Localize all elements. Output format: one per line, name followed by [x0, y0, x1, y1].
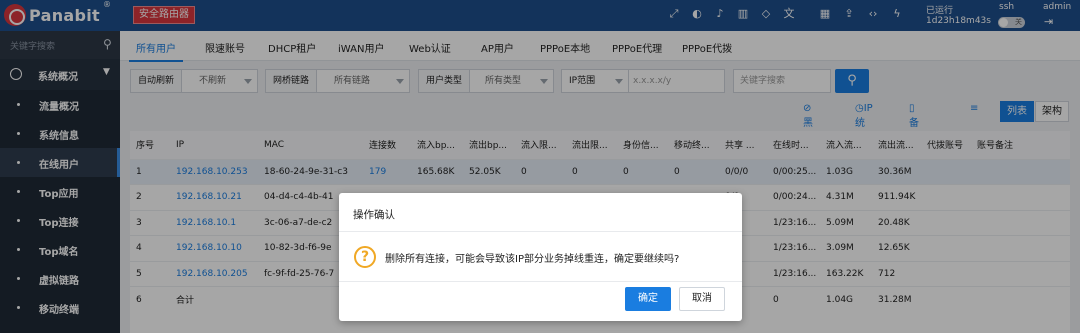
question-warning-icon: ?: [354, 246, 376, 268]
dialog-divider: [339, 281, 742, 282]
cancel-button[interactable]: 取消: [679, 287, 725, 311]
dialog-title: 操作确认: [353, 209, 395, 221]
confirm-button[interactable]: 确定: [625, 287, 671, 311]
dialog-divider: [339, 231, 742, 232]
confirm-dialog: 操作确认 ? 删除所有连接，可能会导致该IP部分业务掉线重连，确定要继续吗? 确…: [339, 193, 742, 321]
dialog-message: 删除所有连接，可能会导致该IP部分业务掉线重连，确定要继续吗?: [385, 254, 680, 265]
